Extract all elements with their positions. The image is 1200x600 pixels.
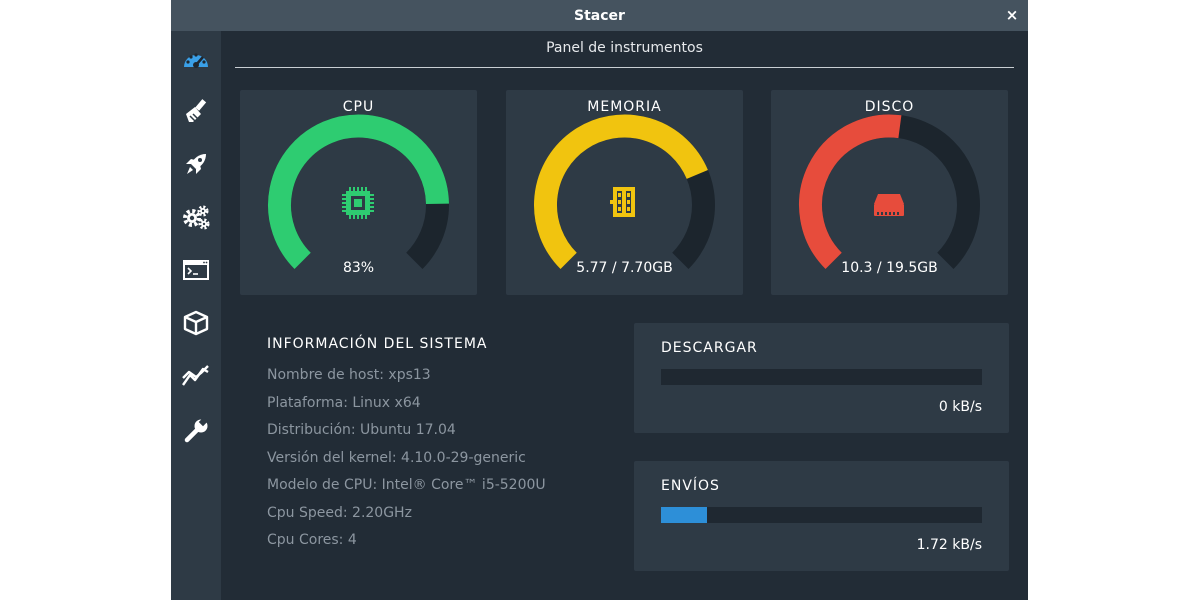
disk-gauge-fill <box>799 114 902 269</box>
page-header: Panel de instrumentos <box>235 31 1014 68</box>
wrench-icon <box>184 418 208 443</box>
cpu-chip-icon <box>342 187 374 219</box>
package-box-icon <box>183 310 209 336</box>
upload-card: ENVÍOS 1.72 kB/s <box>634 461 1009 571</box>
terminal-window-icon <box>183 260 209 280</box>
memory-usage-value: 5.77 / 7.70GB <box>576 260 673 276</box>
sidebar-item-processes[interactable] <box>171 248 221 292</box>
download-card: DESCARGAR 0 kB/s <box>634 323 1009 433</box>
close-icon[interactable]: × <box>1004 7 1020 23</box>
sidebar-item-uninstaller[interactable] <box>171 301 221 345</box>
cpu-usage-value: 83% <box>342 260 375 276</box>
ram-stick-icon <box>610 187 635 217</box>
platform-row: Plataforma: Linux x64 <box>267 394 421 411</box>
sidebar-item-services[interactable] <box>171 195 221 239</box>
download-progress-track <box>661 369 982 385</box>
hostname-row: Nombre de host: xps13 <box>267 367 431 383</box>
download-speed-value: 0 kB/s <box>938 399 982 415</box>
sidebar-item-startup[interactable] <box>171 142 221 186</box>
download-title: DESCARGAR <box>661 340 758 356</box>
sidebar-item-dashboard[interactable] <box>171 37 221 81</box>
distribution-row: Distribución: Ubuntu 17.04 <box>267 422 456 438</box>
title-bar: Stacer × <box>171 0 1028 31</box>
cpu-speed-row: Cpu Speed: 2.20GHz <box>267 504 412 521</box>
memory-gauge-card: MEMORIA 5.77 / 7.70GB <box>506 90 743 295</box>
dashboard-icon <box>184 53 208 68</box>
disk-usage-value: 10.3 / 19.5GB <box>841 260 938 276</box>
sidebar <box>171 31 221 600</box>
gears-icon <box>183 205 210 230</box>
cpu-cores-row: Cpu Cores: 4 <box>267 532 357 548</box>
upload-title: ENVÍOS <box>661 478 720 494</box>
disk-gauge-card: DISCO 10.3 / 19.5GB <box>771 90 1008 295</box>
system-info-panel: INFORMACIÓN DEL SISTEMA Nombre de host: … <box>267 336 546 559</box>
upload-speed-value: 1.72 kB/s <box>916 537 982 553</box>
upload-progress-track <box>661 507 982 523</box>
kernel-version-row: Versión del kernel: 4.10.0-29-generic <box>267 449 526 466</box>
stacer-window: Stacer × Panel de instrumentos CPU 83% M… <box>171 0 1028 600</box>
cpu-gauge-card: CPU 83% <box>240 90 477 295</box>
line-chart-icon <box>182 365 209 386</box>
hard-drive-icon <box>874 194 904 216</box>
cpu-model-row: Modelo de CPU: Intel® Core™ i5-5200U <box>267 477 546 493</box>
broom-icon <box>186 99 207 122</box>
window-title: Stacer <box>574 7 625 24</box>
upload-progress-fill <box>661 507 707 523</box>
sidebar-item-resources[interactable] <box>171 354 221 398</box>
sidebar-item-cleaner[interactable] <box>171 89 221 133</box>
rocket-icon <box>186 154 206 174</box>
page-title: Panel de instrumentos <box>546 40 703 56</box>
sidebar-item-settings[interactable] <box>171 409 221 453</box>
system-info-title: INFORMACIÓN DEL SISTEMA <box>267 336 488 352</box>
